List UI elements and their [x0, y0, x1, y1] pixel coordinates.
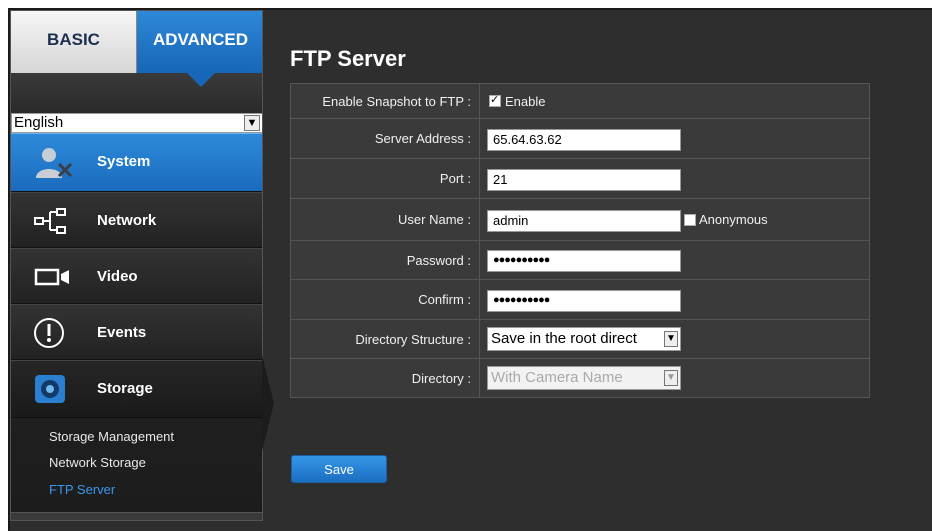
chevron-down-icon: ▼ [664, 370, 678, 386]
field-label: Port : [291, 159, 480, 198]
submenu-ftp-server[interactable]: FTP Server [49, 482, 115, 497]
sidebar-item-events[interactable]: Events [11, 304, 262, 360]
field-label: Confirm : [291, 280, 480, 319]
field-label: Directory : [291, 359, 480, 397]
sidebar-item-video[interactable]: Video [11, 248, 262, 304]
field-label: Server Address : [291, 119, 480, 158]
language-select-value: English [14, 114, 64, 131]
field-label: User Name : [291, 199, 480, 240]
save-button[interactable]: Save [291, 455, 387, 483]
form-row-port: Port : 21 [291, 159, 869, 199]
sidebar-item-label: System [97, 153, 151, 170]
form-row-enable-snapshot: Enable Snapshot to FTP : Enable [291, 84, 869, 119]
server-address-input[interactable]: 65.64.63.62 [487, 129, 681, 151]
sidebar-item-label: Video [97, 268, 138, 285]
tab-strip [11, 73, 262, 113]
sidebar-item-label: Storage [97, 380, 153, 397]
field-label: Directory Structure : [291, 320, 480, 358]
sidebar-item-storage[interactable]: Storage [11, 360, 262, 418]
confirm-password-input[interactable]: ●●●●●●●●●● [487, 290, 681, 312]
field-label: Enable Snapshot to FTP : [291, 84, 480, 118]
enable-snapshot-checkbox[interactable] [489, 93, 501, 107]
form-row-directory: Directory : With Camera Name ▼ [291, 359, 869, 397]
user-tools-icon [36, 148, 73, 178]
tab-advanced[interactable]: ADVANCED [137, 11, 262, 73]
field-label: Password : [291, 241, 480, 279]
directory-structure-value: Save in the root direct [491, 330, 637, 347]
form-row-confirm: Confirm : ●●●●●●●●●● [291, 280, 869, 320]
directory-structure-select[interactable]: Save in the root direct ▼ [487, 327, 681, 351]
submenu-storage-management[interactable]: Storage Management [49, 429, 174, 444]
form-row-user-name: User Name : admin Anonymous [291, 199, 869, 241]
language-select[interactable]: English ▼ [11, 113, 262, 133]
directory-select[interactable]: With Camera Name ▼ [487, 366, 681, 390]
storage-disk-icon [35, 375, 65, 403]
alert-icon [34, 318, 64, 348]
sidebar-footer [11, 512, 262, 520]
sidebar: BASIC ADVANCED English ▼ System Network [10, 10, 263, 521]
submenu-network-storage[interactable]: Network Storage [49, 455, 146, 470]
active-section-pointer [262, 355, 274, 451]
sidebar-item-system[interactable]: System [11, 133, 262, 192]
form-row-directory-structure: Directory Structure : Save in the root d… [291, 320, 869, 359]
chevron-down-icon: ▼ [664, 331, 678, 347]
port-input[interactable]: 21 [487, 169, 681, 191]
page-title: FTP Server [290, 46, 406, 71]
enable-label: Enable [505, 94, 546, 109]
directory-value: With Camera Name [491, 369, 623, 386]
ftp-settings-form: Enable Snapshot to FTP : Enable Server A… [290, 83, 870, 398]
password-input[interactable]: ●●●●●●●●●● [487, 250, 681, 272]
anonymous-label: Anonymous [699, 212, 768, 227]
video-camera-icon [34, 268, 69, 286]
sidebar-item-label: Network [97, 212, 157, 229]
form-row-password: Password : ●●●●●●●●●● [291, 241, 869, 280]
sidebar-item-network[interactable]: Network [11, 192, 262, 248]
sidebar-item-label: Events [97, 324, 147, 341]
mode-tabs: BASIC ADVANCED [11, 11, 262, 73]
form-row-server-address: Server Address : 65.64.63.62 [291, 119, 869, 159]
chevron-down-icon: ▼ [244, 115, 260, 131]
active-tab-notch [187, 73, 215, 87]
network-tree-icon [34, 208, 66, 234]
anonymous-checkbox[interactable] [684, 214, 696, 226]
user-name-input[interactable]: admin [487, 210, 681, 232]
tab-basic[interactable]: BASIC [11, 11, 137, 73]
